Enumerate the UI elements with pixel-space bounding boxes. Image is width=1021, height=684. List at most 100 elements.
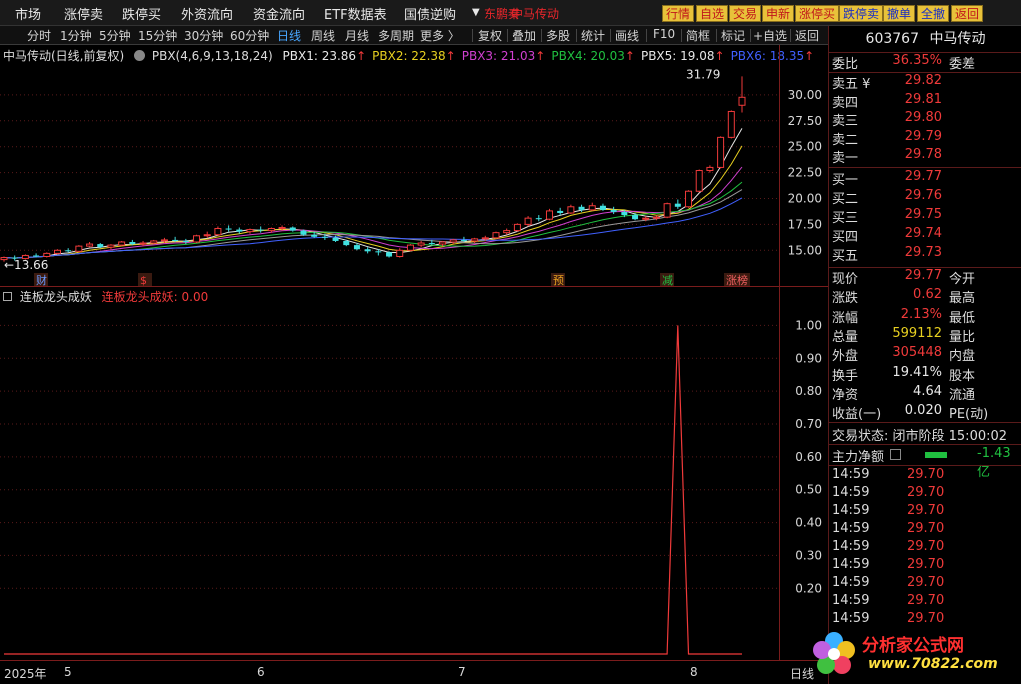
y-tick-label: 0.30 [795,548,822,562]
back-button[interactable]: 返回 [951,5,984,22]
candle-body [652,216,660,219]
add-watchlist-button[interactable]: +自选 [753,27,787,44]
multi-stock-button[interactable]: 多股 [546,27,570,44]
watermark-title: 分析家公式网 [862,636,964,656]
period-5min[interactable]: 5分钟 [99,27,131,44]
x-axis: 2025年 5 6 7 8 日线 [0,660,828,684]
candle-body [353,245,360,250]
bid-level: 买三 29.75 [829,207,1021,226]
bid-level-value: 29.75 [904,207,942,222]
stat-row-value: 2.13% [900,306,942,322]
settings-icon[interactable] [134,50,146,61]
return-button[interactable]: 返回 [795,27,819,44]
candle-body [97,244,104,248]
period-monthly[interactable]: 月线 [345,27,369,44]
stat-row-label: 净资 [832,387,859,403]
menu-limit-up-sell[interactable]: 涨停卖 [64,4,103,23]
chart-area[interactable]: 中马传动(日线,前复权) PBX(4,6,9,13,18,24) PBX1: 2… [0,45,828,660]
watchlist-button[interactable]: 自选 [696,5,729,22]
candle-body [257,229,264,231]
candle-body [65,250,72,252]
candle-body [567,206,575,214]
cancel-all-button[interactable]: 全撤 [917,5,950,22]
ask-level-value: 29.78 [904,147,942,163]
watermark-url: www.70822.com [868,656,998,672]
period-weekly[interactable]: 周线 [311,27,335,44]
candle-body [471,238,479,242]
new-issue-button[interactable]: 申新 [762,5,795,22]
list-icon[interactable] [890,449,901,460]
period-30min[interactable]: 30分钟 [184,27,223,44]
ask-level-label: 卖三 [832,114,859,130]
menu-limit-down-buy[interactable]: 跌停买 [122,4,161,23]
candle-body [599,205,606,210]
f10-button[interactable]: F10 [653,27,675,41]
candle-body [503,230,511,234]
menu-bond-repo[interactable]: 国债逆购 [404,4,456,23]
y-tick-label: 0.70 [795,417,822,431]
bid-level: 买一 29.77 [829,169,1021,188]
candle-body [663,203,671,218]
statistics-button[interactable]: 统计 [581,27,605,44]
adjust-button[interactable]: 复权 [478,27,502,44]
y-tick-label: 22.50 [788,166,822,180]
period-more[interactable]: 更多 〉 [420,27,460,44]
menu-etf-table[interactable]: ETF数据表 [324,4,387,23]
mark-button[interactable]: 标记 [721,27,745,44]
bid-level-value: 29.77 [904,169,942,184]
sub-indicator-chart[interactable]: 1.00 0.90 0.80 0.70 0.60 0.50 0.40 0.30 0.20 [0,303,828,660]
stat-row-value: 305448 [892,345,942,361]
stat-row-value: 19.41% [892,364,942,380]
limit-down-sell-button[interactable]: 跌停卖 [839,5,884,22]
period-60min[interactable]: 60分钟 [230,27,269,44]
trade-status-text: 交易状态: 闭市阶段 15:00:02 [832,429,1008,444]
menu-stock-link-2[interactable]: 中马传动 [511,5,559,22]
chevron-down-icon[interactable]: ▼ [472,7,480,18]
trade-status: 交易状态: 闭市阶段 15:00:02 [829,425,1021,444]
menu-capital-flow[interactable]: 资金流向 [253,4,305,23]
candle-body [706,166,714,172]
y-tick-label: 30.00 [788,88,822,102]
sub-indicator-name: 连板龙头成妖 [19,290,92,304]
candle-body [246,229,254,233]
period-daily[interactable]: 日线 [277,27,301,44]
event-tag: 财 [36,273,47,287]
y-tick-label: 0.90 [795,351,822,365]
stat-row-label: 总量 [832,329,859,345]
ask-level: 卖五 ¥ 29.82 [829,73,1021,92]
ask-level-label: 卖二 [832,132,859,148]
pbx-line-2 [3,145,743,259]
y-tick-label: 20.00 [788,191,822,205]
stat-row-value: 599112 [892,325,942,341]
menu-market[interactable]: 市场 [15,4,41,23]
cancel-order-button[interactable]: 撤单 [883,5,916,22]
period-multi[interactable]: 多周期 [378,27,414,44]
tick-time: 14:59 [832,467,870,482]
collapse-icon[interactable] [3,292,12,301]
bid-level-label: 买二 [832,192,859,207]
toolbar-divider [576,29,577,42]
period-1min[interactable]: 1分钟 [60,27,92,44]
candle-body [557,210,564,213]
candlestick-chart[interactable]: 30.00 27.50 25.00 22.50 20.00 17.50 15.00 31.79… [0,61,828,287]
candle-body [236,229,243,232]
stock-name: 中马传动 [929,31,986,47]
period-15min[interactable]: 15分钟 [138,27,177,44]
stat-row: 现价 29.77 今开 [829,268,1021,287]
draw-line-button[interactable]: 画线 [615,27,639,44]
stat-row-label: 涨幅 [832,310,859,326]
trade-button[interactable]: 交易 [729,5,762,22]
overlay-button[interactable]: 叠加 [512,27,536,44]
menu-foreign-flow[interactable]: 外资流向 [181,4,233,23]
toolbar-divider [681,29,682,42]
ask-level-value: 29.81 [904,91,942,107]
main-net-bar [925,452,947,458]
candle-body [492,232,500,239]
period-intraday[interactable]: 分时 [27,27,51,44]
bid-level-label: 买三 [832,211,859,226]
limit-up-buy-button[interactable]: 涨停买 [795,5,840,22]
candle-body [193,235,201,243]
simple-frame-button[interactable]: 简框 [686,27,710,44]
candle-body [150,240,158,244]
quote-button[interactable]: 行情 [662,5,695,22]
